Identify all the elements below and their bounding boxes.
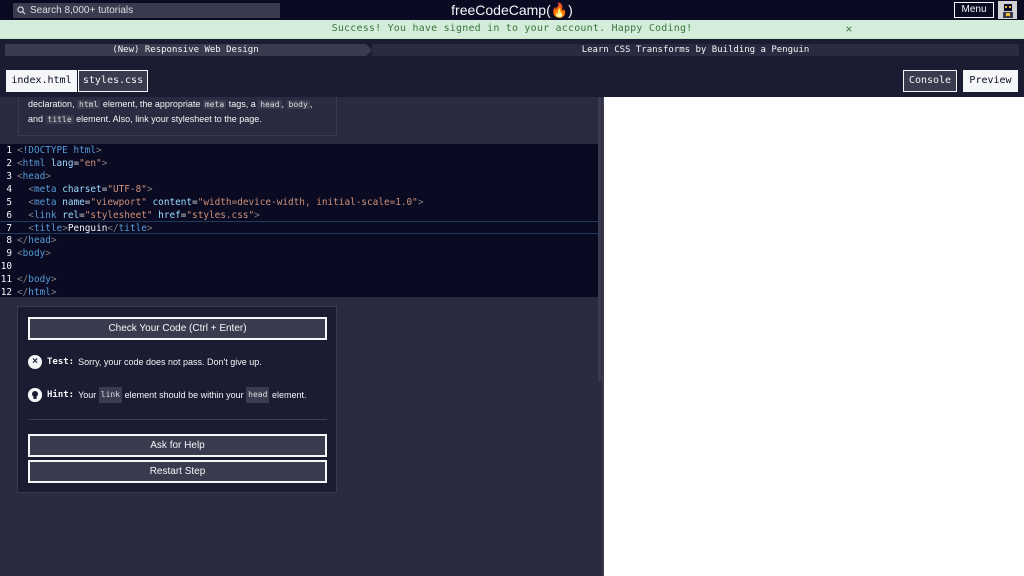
line-number: 4 — [6, 184, 12, 195]
preview-pane — [604, 97, 1024, 576]
restart-step-button[interactable]: Restart Step — [28, 460, 327, 483]
code-line[interactable]: 9 <body> — [0, 247, 598, 260]
hint-label: Hint: — [47, 390, 75, 400]
breadcrumb-course[interactable]: (New) Responsive Web Design — [5, 44, 366, 56]
line-number: 5 — [6, 197, 12, 208]
line-number: 12 — [0, 287, 12, 298]
description-text: declaration, — [28, 99, 75, 109]
menu-button[interactable]: Menu — [954, 2, 994, 18]
search-placeholder: Search 8,000+ tutorials — [30, 5, 134, 16]
code-line[interactable]: 3 <head> — [0, 170, 598, 183]
user-avatar-icon — [1002, 3, 1013, 18]
line-number: 8 — [6, 235, 12, 246]
success-flash-message: Success! You have signed in to your acco… — [0, 20, 1024, 39]
ask-for-help-button[interactable]: Ask for Help — [28, 434, 327, 457]
hint-message: Hint: Your link element should be within… — [28, 387, 333, 403]
code-editor[interactable]: 1 <!DOCTYPE html> 2 <html lang="en"> 3 <hea… — [0, 144, 598, 299]
inline-code: html — [77, 100, 101, 109]
preview-button[interactable]: Preview — [963, 70, 1018, 92]
line-number: 1 — [6, 145, 12, 156]
inline-code: body — [286, 100, 310, 109]
code-line[interactable]: 10 — [0, 260, 598, 273]
search-icon — [17, 6, 26, 15]
tab-styles-css[interactable]: styles.css — [78, 70, 148, 92]
code-line[interactable]: 1 <!DOCTYPE html> — [0, 144, 598, 157]
inline-code: head — [258, 100, 282, 109]
console-button[interactable]: Console — [903, 70, 957, 92]
test-text: Sorry, your code does not pass. Don't gi… — [78, 357, 262, 367]
divider — [28, 419, 327, 420]
top-navigation: Search 8,000+ tutorials freeCodeCamp(🔥) … — [0, 0, 1024, 20]
inline-code: link — [98, 387, 123, 403]
hint-text: element should be within your — [124, 390, 244, 400]
lightbulb-icon — [28, 388, 42, 402]
description-text: , — [309, 99, 313, 109]
fail-icon: × — [28, 355, 42, 369]
breadcrumb: (New) Responsive Web Design Learn CSS Tr… — [0, 39, 1024, 63]
breadcrumb-project[interactable]: Learn CSS Transforms by Building a Pengu… — [372, 44, 1019, 56]
line-number: 9 — [6, 248, 12, 259]
description-text: element, the appropriate — [102, 99, 201, 109]
description-line-2: and title element. Also, link your style… — [28, 112, 327, 127]
fcc-logo[interactable]: freeCodeCamp(🔥) — [451, 2, 573, 18]
inline-code: meta — [202, 100, 227, 109]
step-description: declaration, html element, the appropria… — [18, 97, 337, 136]
line-number: 2 — [6, 158, 12, 169]
inline-code: title — [45, 115, 74, 124]
test-label: Test: — [47, 357, 75, 367]
hint-text: element. — [271, 390, 307, 400]
line-number: 11 — [0, 274, 12, 285]
code-line[interactable]: 12 </html> — [0, 286, 598, 299]
description-text: , — [281, 99, 285, 109]
inline-code: head — [246, 387, 270, 403]
code-line-active[interactable]: 7 <title>Penguin</title> — [0, 221, 598, 234]
line-number: 10 — [0, 261, 12, 272]
hint-text: Your — [78, 390, 97, 400]
code-line[interactable]: 11 </body> — [0, 273, 598, 286]
description-text: and — [28, 114, 44, 124]
flash-text: Success! You have signed in to your acco… — [331, 23, 693, 34]
tab-index-html[interactable]: index.html — [6, 70, 77, 92]
code-line[interactable]: 4 <meta charset="UTF-8"> — [0, 183, 598, 196]
search-input[interactable]: Search 8,000+ tutorials — [13, 3, 280, 18]
editor-toolbar: index.html styles.css Console Preview — [0, 63, 1024, 97]
description-text: tags, a — [228, 99, 256, 109]
description-line-1: declaration, html element, the appropria… — [28, 97, 327, 112]
avatar[interactable] — [998, 1, 1017, 19]
description-text: element. Also, link your stylesheet to t… — [76, 114, 262, 124]
scrollbar-thumb[interactable] — [598, 97, 601, 381]
check-code-button[interactable]: Check Your Code (Ctrl + Enter) — [28, 317, 327, 340]
code-line[interactable]: 5 <meta name="viewport" content="width=d… — [0, 196, 598, 209]
code-line[interactable]: 2 <html lang="en"> — [0, 157, 598, 170]
close-icon[interactable]: × — [843, 20, 855, 38]
code-line[interactable]: 8 </head> — [0, 234, 598, 247]
test-panel: Check Your Code (Ctrl + Enter) × Test: S… — [17, 306, 337, 493]
test-result: × Test: Sorry, your code does not pass. … — [28, 354, 333, 370]
line-number: 3 — [6, 171, 12, 182]
